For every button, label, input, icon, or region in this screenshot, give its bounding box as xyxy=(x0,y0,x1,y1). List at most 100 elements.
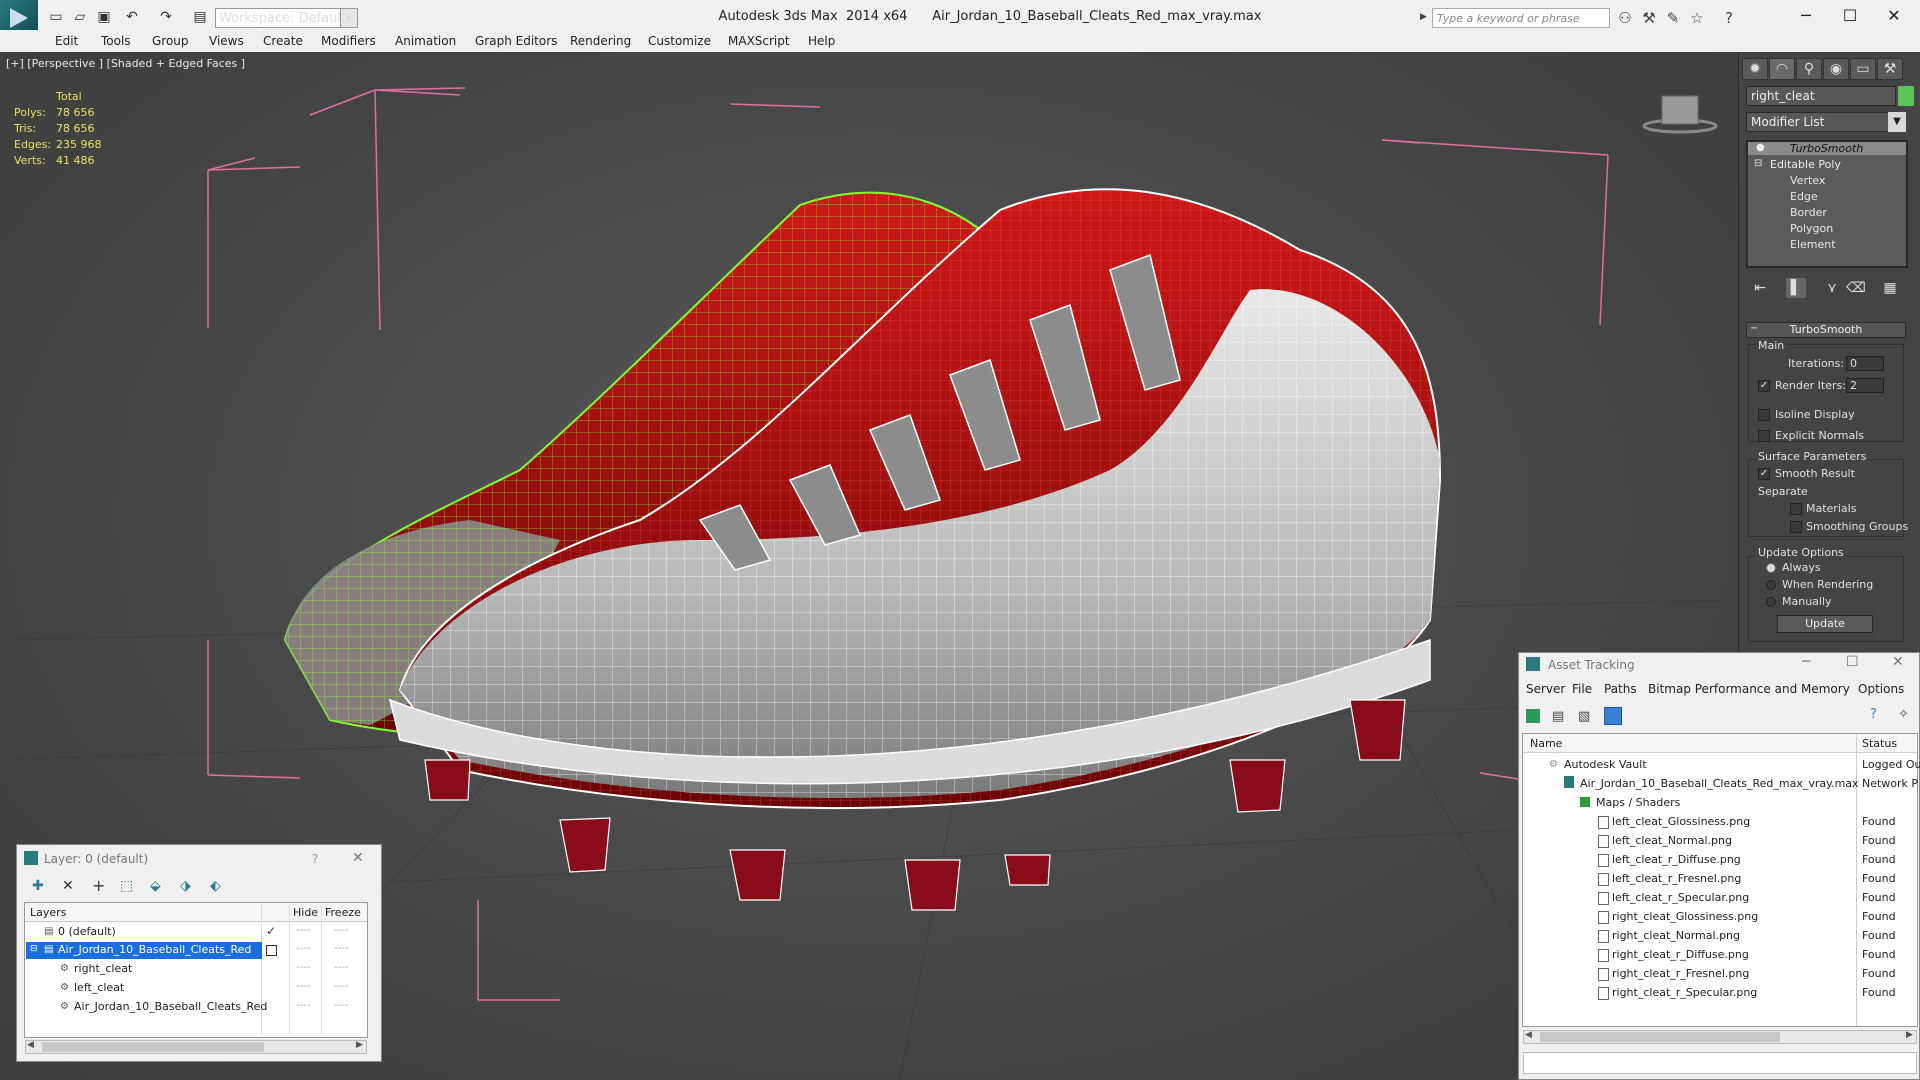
viewport-label[interactable]: [+] [Perspective ] [Shaded + Edged Faces… xyxy=(6,57,245,70)
refresh-icon[interactable] xyxy=(1526,709,1540,723)
menu-maxscript[interactable]: MAXScript xyxy=(728,34,790,48)
motion-tab-icon[interactable]: ◉ xyxy=(1823,58,1849,80)
scroll-right-icon[interactable]: ▶ xyxy=(356,1040,363,1050)
chevron-down-icon[interactable]: ▼ xyxy=(340,8,358,28)
explicit-normals-checkbox[interactable] xyxy=(1758,430,1770,442)
list-item[interactable]: Maps / Shaders xyxy=(1596,796,1680,809)
new-file-icon[interactable]: ▭ xyxy=(48,9,64,25)
rollout-collapse-icon[interactable]: − xyxy=(1750,323,1758,334)
modifier-list-dropdown[interactable]: Modifier List xyxy=(1746,112,1904,132)
maximize-icon[interactable]: ☐ xyxy=(1846,654,1859,670)
menu-group[interactable]: Group xyxy=(152,34,189,48)
smooth-result-checkbox[interactable]: ✓ xyxy=(1758,468,1770,480)
object-name-field[interactable]: right_cleat xyxy=(1746,86,1896,106)
pin-stack-icon[interactable]: ⇤ xyxy=(1750,278,1770,298)
communication-icon[interactable]: ✎ xyxy=(1664,9,1682,27)
scrollbar-thumb[interactable] xyxy=(1540,1032,1780,1042)
col-freeze-header[interactable]: Freeze xyxy=(325,906,361,919)
create-tab-icon[interactable]: ✹ xyxy=(1742,58,1768,80)
scrollbar-thumb[interactable] xyxy=(42,1042,264,1052)
menu-views[interactable]: Views xyxy=(209,34,244,48)
list-item[interactable]: left_cleat_Normal.png xyxy=(1612,834,1732,847)
redo-icon[interactable]: ↷ xyxy=(158,9,174,25)
project-folder-icon[interactable]: ▤ xyxy=(192,9,208,25)
new-layer-icon[interactable]: ✚ xyxy=(32,878,44,894)
hide-toggle[interactable]: ---- xyxy=(296,981,310,992)
list-item[interactable]: left_cleat_r_Fresnel.png xyxy=(1612,872,1741,885)
menu-edit[interactable]: Edit xyxy=(55,34,78,48)
menu-tools[interactable]: Tools xyxy=(101,34,131,48)
search-input[interactable]: Type a keyword or phrase xyxy=(1432,8,1610,28)
select-objects-icon[interactable]: ⬚ xyxy=(120,878,133,894)
col-hide-header[interactable]: Hide xyxy=(293,906,318,919)
hide-toggle[interactable]: ---- xyxy=(296,943,310,954)
when-rendering-radio[interactable] xyxy=(1766,580,1776,590)
undo-icon[interactable]: ↶ xyxy=(124,9,140,25)
hide-toggle[interactable]: ---- xyxy=(296,962,310,973)
maximize-icon[interactable]: ☐ xyxy=(1830,4,1870,28)
asset-menu-options[interactable]: Options xyxy=(1858,682,1904,696)
update-button[interactable]: Update xyxy=(1777,615,1873,633)
make-unique-icon[interactable]: ⋎ xyxy=(1822,278,1842,298)
freeze-toggle[interactable]: ---- xyxy=(334,962,348,973)
display-tab-icon[interactable]: ▭ xyxy=(1850,58,1876,80)
stack-sub-vertex[interactable]: Vertex xyxy=(1790,174,1825,187)
stack-sub-border[interactable]: Border xyxy=(1790,206,1827,219)
minimize-icon[interactable]: ─ xyxy=(1786,4,1826,28)
scroll-left-icon[interactable]: ◀ xyxy=(27,1040,34,1050)
stack-sub-polygon[interactable]: Polygon xyxy=(1790,222,1833,235)
smoothing-groups-checkbox[interactable] xyxy=(1790,521,1802,533)
freeze-all-icon[interactable]: ⬖ xyxy=(210,878,221,894)
binoculars-icon[interactable]: ⚇ xyxy=(1616,9,1634,27)
list-item[interactable]: right_cleat_r_Diffuse.png xyxy=(1612,948,1749,961)
open-file-icon[interactable]: ▱ xyxy=(72,9,88,25)
help-icon[interactable]: ? xyxy=(312,852,318,866)
active-layer-check-icon[interactable]: ✓ xyxy=(266,924,276,938)
utilities-tab-icon[interactable]: ⚒ xyxy=(1877,58,1903,80)
asset-menu-bitmap-performance[interactable]: Bitmap Performance and Memory xyxy=(1648,682,1850,696)
stack-item-turbosmooth[interactable]: TurboSmooth xyxy=(1790,142,1863,155)
hide-toggle[interactable]: ---- xyxy=(296,1000,310,1011)
menu-modifiers[interactable]: Modifiers xyxy=(321,34,376,48)
workspace-dropdown[interactable]: Workspace: Default xyxy=(215,8,350,28)
show-end-result-icon[interactable]: ▌ xyxy=(1786,278,1806,298)
highlight-selected-icon[interactable]: ⬙ xyxy=(150,878,161,894)
iterations-spinner[interactable]: 0 xyxy=(1846,356,1884,371)
list-item[interactable]: right_cleat_Normal.png xyxy=(1612,929,1740,942)
stack-item-editable-poly[interactable]: Editable Poly xyxy=(1770,158,1841,171)
close-icon[interactable]: ✕ xyxy=(1874,4,1914,28)
table-row[interactable]: Air_Jordan_10_Baseball_Cleats_Red xyxy=(74,1000,267,1013)
asset-menu-paths[interactable]: Paths xyxy=(1604,682,1637,696)
object-color-swatch[interactable] xyxy=(1898,86,1914,106)
lightbulb-icon[interactable]: ● xyxy=(1756,142,1765,153)
search-expand-icon[interactable]: ▶ xyxy=(1420,12,1427,22)
minimize-icon[interactable]: ─ xyxy=(1802,654,1810,670)
save-file-icon[interactable]: ▣ xyxy=(96,9,112,25)
list-item[interactable]: Air_Jordan_10_Baseball_Cleats_Red_max_vr… xyxy=(1580,777,1859,790)
help-icon[interactable]: ? xyxy=(1870,707,1877,722)
set-current-layer-checkbox[interactable] xyxy=(266,945,277,956)
help-icon[interactable]: ? xyxy=(1720,9,1738,27)
menu-animation[interactable]: Animation xyxy=(395,34,456,48)
freeze-toggle[interactable]: ---- xyxy=(334,925,348,936)
turbosmooth-rollout-header[interactable]: TurboSmooth xyxy=(1746,322,1906,338)
always-radio[interactable] xyxy=(1766,563,1776,573)
menu-graph-editors[interactable]: Graph Editors xyxy=(475,34,557,48)
col-name-header[interactable]: Name xyxy=(1530,737,1562,750)
asset-menu-server[interactable]: Server xyxy=(1526,682,1565,696)
configure-modifier-sets-icon[interactable]: ▦ xyxy=(1880,278,1900,298)
table-view-icon[interactable] xyxy=(1604,707,1622,725)
remove-modifier-icon[interactable]: ⌫ xyxy=(1846,278,1866,298)
close-icon[interactable]: ✕ xyxy=(1892,654,1904,670)
stack-sub-edge[interactable]: Edge xyxy=(1790,190,1818,203)
hide-all-icon[interactable]: ⬗ xyxy=(180,878,191,894)
table-row[interactable]: left_cleat xyxy=(74,981,124,994)
scroll-right-icon[interactable]: ▶ xyxy=(1906,1030,1913,1040)
list-item[interactable]: right_cleat_Glossiness.png xyxy=(1612,910,1758,923)
menu-create[interactable]: Create xyxy=(263,34,303,48)
path-field[interactable] xyxy=(1523,1052,1917,1074)
list-view-icon[interactable]: ▤ xyxy=(1552,709,1564,724)
list-item[interactable]: left_cleat_Glossiness.png xyxy=(1612,815,1750,828)
collapse-minus-icon[interactable]: ⊟ xyxy=(30,944,38,954)
hide-toggle[interactable]: ---- xyxy=(296,925,310,936)
